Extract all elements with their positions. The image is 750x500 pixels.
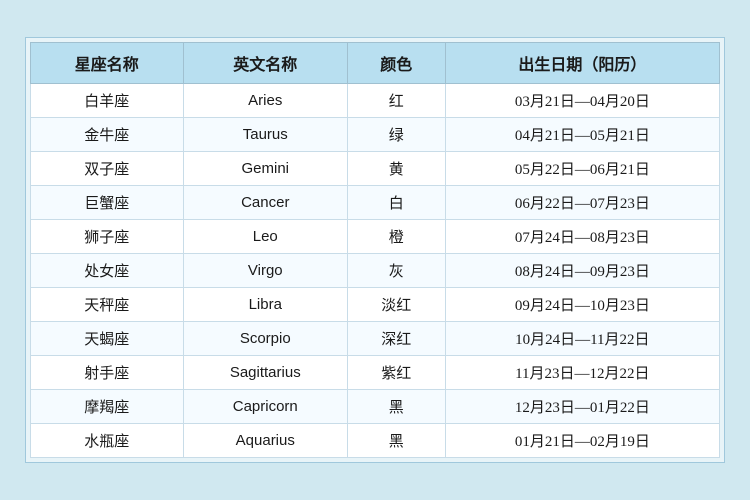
cell-english-name: Taurus — [183, 118, 347, 152]
cell-color: 黑 — [347, 390, 445, 424]
cell-date: 07月24日—08月23日 — [445, 220, 719, 254]
header-english-name: 英文名称 — [183, 43, 347, 84]
table-row: 金牛座Taurus绿04月21日—05月21日 — [31, 118, 720, 152]
cell-english-name: Libra — [183, 288, 347, 322]
cell-chinese-name: 白羊座 — [31, 84, 184, 118]
cell-chinese-name: 水瓶座 — [31, 424, 184, 458]
cell-date: 01月21日—02月19日 — [445, 424, 719, 458]
cell-date: 05月22日—06月21日 — [445, 152, 719, 186]
cell-english-name: Gemini — [183, 152, 347, 186]
header-color: 颜色 — [347, 43, 445, 84]
table-row: 射手座Sagittarius紫红11月23日—12月22日 — [31, 356, 720, 390]
cell-date: 04月21日—05月21日 — [445, 118, 719, 152]
cell-color: 灰 — [347, 254, 445, 288]
header-date: 出生日期（阳历） — [445, 43, 719, 84]
cell-chinese-name: 射手座 — [31, 356, 184, 390]
cell-english-name: Sagittarius — [183, 356, 347, 390]
cell-english-name: Aquarius — [183, 424, 347, 458]
table-row: 处女座Virgo灰08月24日—09月23日 — [31, 254, 720, 288]
cell-color: 紫红 — [347, 356, 445, 390]
table-row: 巨蟹座Cancer白06月22日—07月23日 — [31, 186, 720, 220]
cell-chinese-name: 天蝎座 — [31, 322, 184, 356]
cell-date: 03月21日—04月20日 — [445, 84, 719, 118]
cell-chinese-name: 摩羯座 — [31, 390, 184, 424]
table-row: 天蝎座Scorpio深红10月24日—11月22日 — [31, 322, 720, 356]
cell-date: 10月24日—11月22日 — [445, 322, 719, 356]
table-body: 白羊座Aries红03月21日—04月20日金牛座Taurus绿04月21日—0… — [31, 84, 720, 458]
cell-date: 08月24日—09月23日 — [445, 254, 719, 288]
table-header-row: 星座名称 英文名称 颜色 出生日期（阳历） — [31, 43, 720, 84]
cell-english-name: Scorpio — [183, 322, 347, 356]
cell-english-name: Virgo — [183, 254, 347, 288]
cell-chinese-name: 金牛座 — [31, 118, 184, 152]
table-row: 天秤座Libra淡红09月24日—10月23日 — [31, 288, 720, 322]
cell-color: 黄 — [347, 152, 445, 186]
cell-date: 09月24日—10月23日 — [445, 288, 719, 322]
zodiac-table: 星座名称 英文名称 颜色 出生日期（阳历） 白羊座Aries红03月21日—04… — [30, 42, 720, 458]
table-row: 狮子座Leo橙07月24日—08月23日 — [31, 220, 720, 254]
table-row: 水瓶座Aquarius黑01月21日—02月19日 — [31, 424, 720, 458]
cell-english-name: Capricorn — [183, 390, 347, 424]
cell-color: 黑 — [347, 424, 445, 458]
zodiac-table-container: 星座名称 英文名称 颜色 出生日期（阳历） 白羊座Aries红03月21日—04… — [25, 37, 725, 463]
cell-color: 深红 — [347, 322, 445, 356]
cell-english-name: Cancer — [183, 186, 347, 220]
table-row: 双子座Gemini黄05月22日—06月21日 — [31, 152, 720, 186]
cell-color: 淡红 — [347, 288, 445, 322]
cell-color: 橙 — [347, 220, 445, 254]
cell-chinese-name: 双子座 — [31, 152, 184, 186]
cell-chinese-name: 巨蟹座 — [31, 186, 184, 220]
cell-date: 06月22日—07月23日 — [445, 186, 719, 220]
cell-color: 红 — [347, 84, 445, 118]
table-row: 摩羯座Capricorn黑12月23日—01月22日 — [31, 390, 720, 424]
cell-english-name: Aries — [183, 84, 347, 118]
cell-color: 绿 — [347, 118, 445, 152]
table-row: 白羊座Aries红03月21日—04月20日 — [31, 84, 720, 118]
cell-english-name: Leo — [183, 220, 347, 254]
cell-color: 白 — [347, 186, 445, 220]
cell-chinese-name: 处女座 — [31, 254, 184, 288]
cell-chinese-name: 狮子座 — [31, 220, 184, 254]
cell-chinese-name: 天秤座 — [31, 288, 184, 322]
header-chinese-name: 星座名称 — [31, 43, 184, 84]
cell-date: 11月23日—12月22日 — [445, 356, 719, 390]
cell-date: 12月23日—01月22日 — [445, 390, 719, 424]
